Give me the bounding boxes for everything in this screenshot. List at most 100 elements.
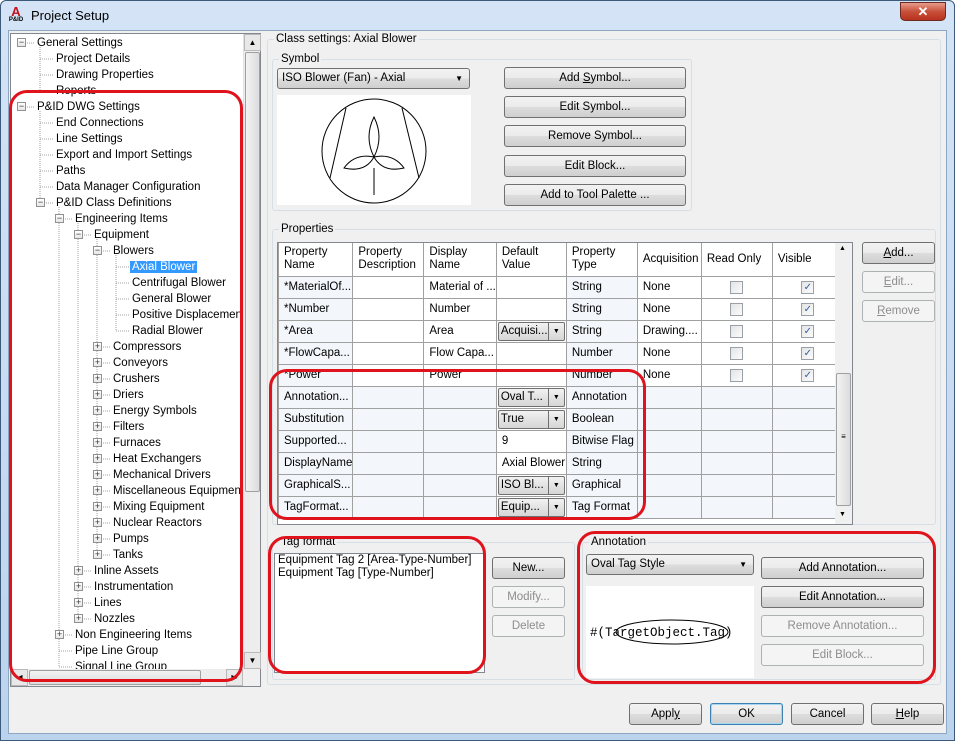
cell-description[interactable] xyxy=(352,363,425,387)
apply-button[interactable]: Apply xyxy=(629,703,702,725)
properties-vertical-scrollbar[interactable]: ▲ ≡ ▼ xyxy=(835,243,852,524)
cell-display[interactable] xyxy=(423,385,497,409)
property-row[interactable]: GraphicalS... ISO Bl... ▼ Graphical xyxy=(278,473,844,497)
remove-symbol-button[interactable]: Remove Symbol... xyxy=(504,125,686,147)
column-header[interactable]: Read Only xyxy=(700,243,773,277)
cell-acquisition[interactable] xyxy=(636,473,702,497)
property-row[interactable]: *MaterialOf... Material of ... String None ✓ xyxy=(278,275,844,299)
arrow-up-icon[interactable]: ▲ xyxy=(839,245,846,252)
delete-tag-format-button[interactable]: Delete xyxy=(492,615,565,637)
property-row[interactable]: *FlowCapa... Flow Capa... Number None ✓ xyxy=(278,341,844,365)
visible-checkbox[interactable]: ✓ xyxy=(801,346,815,360)
visible-checkbox[interactable]: ✓ xyxy=(801,368,815,382)
cell-display[interactable] xyxy=(423,473,497,497)
title-bar[interactable]: A P&ID Project Setup ✕ xyxy=(1,1,954,31)
expand-icon[interactable]: + xyxy=(74,582,83,591)
cell-acquisition[interactable] xyxy=(636,495,702,519)
cell-description[interactable] xyxy=(352,319,425,343)
tree-item[interactable]: Project Details xyxy=(54,51,132,67)
cell-default[interactable]: 9 xyxy=(495,429,567,453)
cell-type[interactable]: String xyxy=(565,319,638,343)
cell-default[interactable]: ISO Bl... ▼ xyxy=(495,473,567,497)
cell-type[interactable]: String xyxy=(565,275,638,299)
tree-item[interactable]: Reports xyxy=(54,83,98,99)
tree-item[interactable]: Pumps xyxy=(111,531,151,547)
expand-icon[interactable]: + xyxy=(93,550,102,559)
cell-description[interactable] xyxy=(352,385,425,409)
read-only-checkbox[interactable] xyxy=(730,324,744,338)
cell-name[interactable]: *FlowCapa... xyxy=(278,341,354,365)
ok-button[interactable]: OK xyxy=(710,703,783,725)
tree-item[interactable]: Signal Line Group xyxy=(73,659,169,669)
edit-property-button[interactable]: Edit... xyxy=(862,271,935,293)
tree-item[interactable]: Compressors xyxy=(111,339,183,355)
cell-acquisition[interactable]: None xyxy=(636,341,702,365)
property-row[interactable]: Annotation... Oval T... ▼ Annotation xyxy=(278,385,844,409)
cell-description[interactable] xyxy=(352,297,425,321)
cell-type[interactable]: Graphical xyxy=(565,473,638,497)
column-header[interactable]: Property Type xyxy=(565,243,638,277)
tree-item[interactable]: Filters xyxy=(111,419,146,435)
cell-description[interactable] xyxy=(352,407,425,431)
cell-description[interactable] xyxy=(352,275,425,299)
cell-display[interactable]: Area xyxy=(423,319,497,343)
add-symbol-button[interactable]: Add Symbol... xyxy=(504,67,686,89)
cell-default[interactable] xyxy=(495,341,567,365)
expand-icon[interactable]: + xyxy=(93,454,102,463)
tree-item[interactable]: Nozzles xyxy=(92,611,137,627)
edit-symbol-button[interactable]: Edit Symbol... xyxy=(504,96,686,118)
column-header[interactable]: Property Description xyxy=(352,243,425,277)
cell-type[interactable]: Tag Format xyxy=(565,495,638,519)
tree-item[interactable]: Line Settings xyxy=(54,131,125,147)
cell-name[interactable]: Supported... xyxy=(278,429,354,453)
tag-format-item[interactable]: Equipment Tag [Type-Number] xyxy=(275,567,484,580)
expand-icon[interactable]: + xyxy=(93,374,102,383)
column-header[interactable]: Acquisition xyxy=(636,243,702,277)
tree-vertical-scrollbar[interactable]: ▲ ▼ xyxy=(243,34,261,669)
tree-item[interactable]: Tanks xyxy=(111,547,145,563)
add-annotation-button[interactable]: Add Annotation... xyxy=(761,557,924,579)
cell-default[interactable]: Axial Blower xyxy=(495,451,567,475)
edit-block-button[interactable]: Edit Block... xyxy=(504,155,686,177)
cell-default[interactable] xyxy=(495,363,567,387)
cell-type[interactable]: Number xyxy=(565,363,638,387)
cell-type[interactable]: Boolean xyxy=(565,407,638,431)
tree-item[interactable]: P&ID DWG Settings xyxy=(35,99,142,115)
cancel-button[interactable]: Cancel xyxy=(791,703,864,725)
properties-scroll-thumb[interactable]: ≡ xyxy=(836,373,851,506)
properties-grid[interactable]: Property Name Property Description Display… xyxy=(277,242,853,525)
tree-item[interactable]: Conveyors xyxy=(111,355,170,371)
cell-name[interactable]: Annotation... xyxy=(278,385,354,409)
tree-item[interactable]: Data Manager Configuration xyxy=(54,179,202,195)
property-row[interactable]: *Number Number String None ✓ xyxy=(278,297,844,321)
tree-item[interactable]: Positive Displacement Blower xyxy=(130,307,243,323)
cell-display[interactable]: Number xyxy=(423,297,497,321)
help-button[interactable]: Help xyxy=(871,703,944,725)
edit-annotation-block-button[interactable]: Edit Block... xyxy=(761,644,924,666)
cell-acquisition[interactable]: None xyxy=(636,275,702,299)
new-tag-format-button[interactable]: New... xyxy=(492,557,565,579)
tree-item[interactable]: General Blower xyxy=(130,291,213,307)
cell-name[interactable]: *Number xyxy=(278,297,354,321)
property-row[interactable]: *Area Area Acquisi... ▼ String Drawing.... ✓ xyxy=(278,319,844,343)
remove-property-button[interactable]: Remove xyxy=(862,300,935,322)
property-row[interactable]: DisplayName Axial Blower String xyxy=(278,451,844,475)
cell-acquisition[interactable] xyxy=(636,429,702,453)
read-only-checkbox[interactable] xyxy=(730,302,744,316)
cell-default[interactable]: Equip... ▼ xyxy=(495,495,567,519)
expand-icon[interactable]: + xyxy=(93,502,102,511)
add-property-button[interactable]: Add... xyxy=(862,242,935,264)
visible-checkbox[interactable]: ✓ xyxy=(801,280,815,294)
cell-type[interactable]: String xyxy=(565,297,638,321)
cell-type[interactable]: Number xyxy=(565,341,638,365)
scroll-right-button[interactable]: ▶ xyxy=(226,669,243,686)
collapse-icon[interactable]: − xyxy=(17,38,26,47)
cell-description[interactable] xyxy=(352,429,425,453)
expand-icon[interactable]: + xyxy=(93,390,102,399)
tree-item[interactable]: Engineering Items xyxy=(73,211,170,227)
cell-default[interactable] xyxy=(495,275,567,299)
tree-item[interactable]: Centrifugal Blower xyxy=(130,275,228,291)
default-value-select[interactable]: ISO Bl... ▼ xyxy=(497,475,565,495)
cell-display[interactable] xyxy=(423,407,497,431)
tree-item[interactable]: Axial Blower xyxy=(130,259,198,275)
